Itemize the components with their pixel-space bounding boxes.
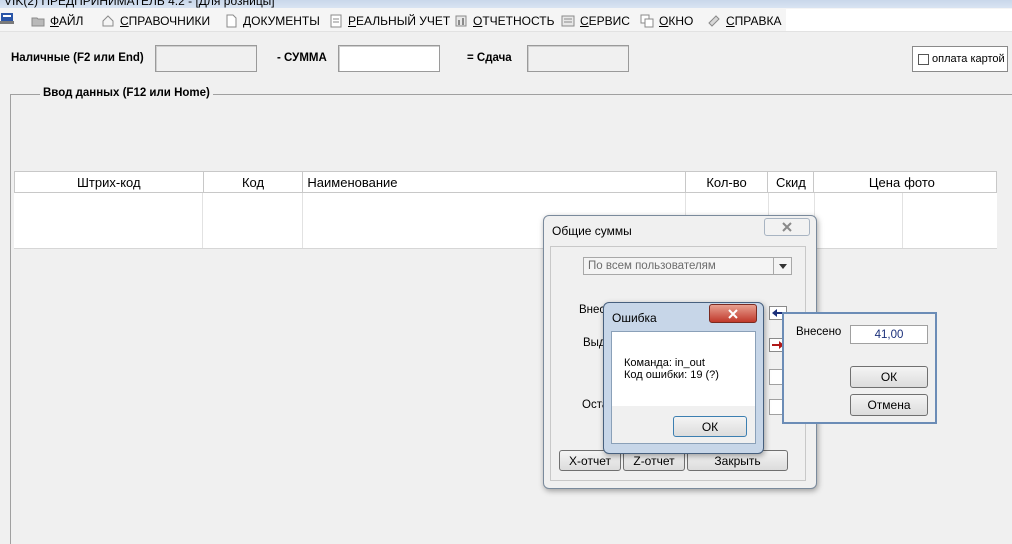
grid-header: Штрих-код Код Наименование Кол-во Скид Ц… bbox=[14, 171, 997, 193]
ledger-icon bbox=[330, 14, 342, 28]
menu-documents[interactable]: ДОКУМЕНТЫ bbox=[224, 13, 320, 29]
report-icon bbox=[455, 15, 467, 27]
user-filter-value: По всем пользователям bbox=[588, 260, 716, 272]
error-close-button[interactable] bbox=[709, 304, 757, 323]
error-content-panel: Команда: in_out Код ошибки: 19 (?) ОК bbox=[611, 331, 756, 444]
deposit-ok-button[interactable]: ОК bbox=[850, 366, 928, 388]
data-entry-group-title: Ввод данных (F12 или Home) bbox=[40, 87, 213, 99]
menu-real-accounting[interactable]: РЕАЛЬНЫЙ УЧЕТ bbox=[329, 13, 450, 29]
help-icon bbox=[708, 15, 720, 27]
deposit-label: Внесено bbox=[796, 326, 842, 338]
change-field bbox=[527, 45, 629, 72]
document-icon bbox=[226, 14, 237, 28]
cell-barcode[interactable] bbox=[14, 193, 203, 248]
folder-icon bbox=[31, 17, 45, 27]
close-icon bbox=[782, 222, 792, 232]
menu-service-label: СЕРВИС bbox=[580, 14, 630, 28]
error-ok-button[interactable]: ОК bbox=[673, 416, 747, 437]
col-discount[interactable]: Скид bbox=[768, 172, 815, 192]
error-code: Код ошибки: 19 (?) bbox=[624, 369, 719, 381]
menu-bar-empty-area bbox=[786, 9, 1012, 31]
menu-reports[interactable]: ОТЧЕТНОСТЬ bbox=[454, 13, 554, 29]
sum-field[interactable] bbox=[338, 45, 440, 72]
home-icon bbox=[102, 15, 114, 27]
col-price[interactable]: Цена bbox=[814, 172, 902, 192]
cash-label: Наличные (F2 или End) bbox=[11, 52, 144, 64]
menu-help[interactable]: СПРАВКА bbox=[707, 13, 782, 29]
deposit-cancel-button[interactable]: Отмена bbox=[850, 394, 928, 416]
card-payment-label: оплата картой bbox=[932, 53, 1005, 65]
cash-field[interactable] bbox=[155, 45, 257, 72]
col-code[interactable]: Код bbox=[204, 172, 304, 192]
col-name[interactable]: Наименование bbox=[303, 172, 686, 192]
menu-directories-label: СПРАВОЧНИКИ bbox=[120, 14, 211, 28]
user-filter-combo[interactable]: По всем пользователям bbox=[583, 257, 792, 275]
menu-documents-label: ДОКУМЕНТЫ bbox=[243, 14, 320, 28]
menu-file-label: ФАЙЛ bbox=[50, 14, 84, 28]
menu-reports-label: ОТЧЕТНОСТЬ bbox=[473, 14, 555, 28]
cell-price[interactable] bbox=[815, 193, 903, 248]
cell-code[interactable] bbox=[203, 193, 303, 248]
menu-directories[interactable]: СПРАВОЧНИКИ bbox=[101, 13, 210, 29]
col-barcode[interactable]: Штрих-код bbox=[15, 172, 204, 192]
window-icon bbox=[640, 14, 654, 28]
error-dialog-title: Ошибка bbox=[612, 311, 657, 325]
totals-dialog-title: Общие суммы bbox=[552, 224, 632, 238]
menu-window[interactable]: ОКНО bbox=[640, 13, 693, 29]
cash-register-icon[interactable] bbox=[0, 11, 14, 25]
menu-real-accounting-label: РЕАЛЬНЫЙ УЧЕТ bbox=[348, 14, 451, 28]
sum-label: - СУММА bbox=[277, 52, 327, 64]
error-dialog: Ошибка Команда: in_out Код ошибки: 19 (?… bbox=[603, 302, 764, 454]
deposit-dialog: Внесено 41,00 ОК Отмена bbox=[782, 312, 937, 424]
totals-close-button[interactable] bbox=[764, 218, 810, 236]
close-icon bbox=[728, 308, 738, 319]
checkbox-box[interactable] bbox=[918, 53, 929, 65]
title-bar: VIK(2) ПРЕДПРИНИМАТЕЛЬ 4.2 - [Для розниц… bbox=[0, 0, 1012, 8]
table-row[interactable] bbox=[14, 193, 997, 249]
error-command: Команда: in_out bbox=[624, 357, 705, 369]
change-label: = Сдача bbox=[467, 52, 512, 64]
menu-service[interactable]: СЕРВИС bbox=[561, 13, 630, 29]
col-photo[interactable]: фото bbox=[902, 172, 996, 192]
col-quantity[interactable]: Кол-во bbox=[686, 172, 769, 192]
menu-help-label: СПРАВКА bbox=[726, 14, 782, 28]
cell-photo[interactable] bbox=[903, 193, 997, 248]
chevron-down-icon[interactable] bbox=[773, 258, 791, 274]
service-icon bbox=[561, 15, 575, 27]
window-title: VIK(2) ПРЕДПРИНИМАТЕЛЬ 4.2 - [Для розниц… bbox=[4, 0, 275, 8]
menu-window-label: ОКНО bbox=[659, 14, 694, 28]
deposit-amount-field[interactable]: 41,00 bbox=[850, 325, 928, 344]
menu-file[interactable]: ФАЙЛ bbox=[31, 13, 83, 29]
card-payment-checkbox[interactable]: оплата картой bbox=[912, 46, 1008, 72]
